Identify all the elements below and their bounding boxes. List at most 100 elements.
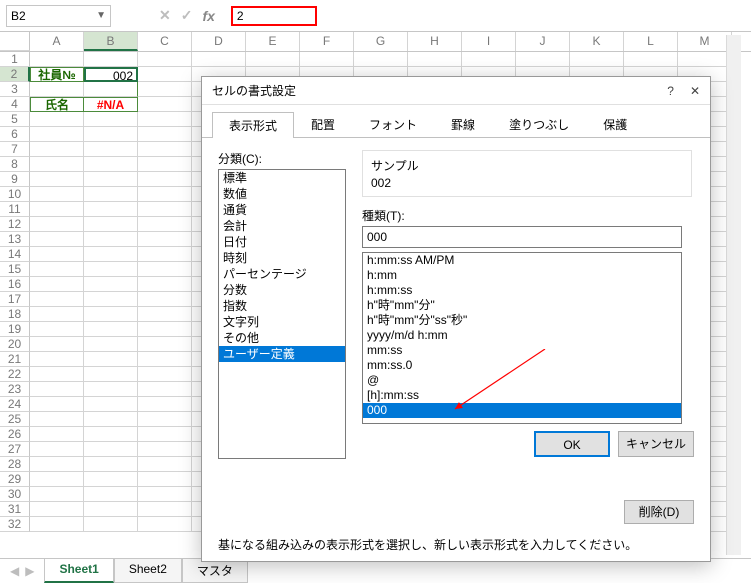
category-list[interactable]: 標準数値通貨会計日付時刻パーセンテージ分数指数文字列その他ユーザー定義: [218, 169, 346, 459]
cell[interactable]: [84, 112, 138, 127]
row-header[interactable]: 22: [0, 367, 30, 382]
cell[interactable]: [570, 52, 624, 67]
row-header[interactable]: 20: [0, 337, 30, 352]
row-header[interactable]: 28: [0, 457, 30, 472]
row-header[interactable]: 14: [0, 247, 30, 262]
enter-icon[interactable]: ✓: [181, 7, 193, 24]
category-item[interactable]: その他: [219, 330, 345, 346]
cell[interactable]: [138, 82, 192, 97]
row-header[interactable]: 10: [0, 187, 30, 202]
cell[interactable]: [84, 52, 138, 67]
cell[interactable]: [30, 457, 84, 472]
type-item[interactable]: @: [363, 373, 681, 388]
sheet-tab[interactable]: マスタ: [182, 559, 248, 583]
cell[interactable]: [300, 52, 354, 67]
cell[interactable]: [30, 352, 84, 367]
cell[interactable]: [138, 127, 192, 142]
column-header[interactable]: B: [84, 32, 138, 51]
cell[interactable]: [84, 292, 138, 307]
formula-input[interactable]: 2: [231, 6, 317, 26]
cell[interactable]: [138, 247, 192, 262]
row-header[interactable]: 2: [0, 67, 30, 82]
cell[interactable]: [408, 52, 462, 67]
cell[interactable]: [354, 52, 408, 67]
dialog-tab[interactable]: 塗りつぶし: [492, 111, 586, 137]
row-header[interactable]: 9: [0, 172, 30, 187]
cell[interactable]: 社員№: [30, 67, 84, 82]
vertical-scrollbar[interactable]: [726, 35, 741, 555]
cancel-button[interactable]: キャンセル: [618, 431, 694, 457]
cell[interactable]: [84, 427, 138, 442]
cell[interactable]: [138, 397, 192, 412]
cell[interactable]: [84, 352, 138, 367]
cell[interactable]: [30, 427, 84, 442]
cell[interactable]: [30, 262, 84, 277]
cell[interactable]: [138, 67, 192, 82]
type-item[interactable]: h:mm:ss AM/PM: [363, 253, 681, 268]
cell[interactable]: [138, 112, 192, 127]
column-header[interactable]: K: [570, 32, 624, 51]
category-item[interactable]: ユーザー定義: [219, 346, 345, 362]
row-header[interactable]: 30: [0, 487, 30, 502]
name-box[interactable]: B2 ▼: [6, 5, 111, 27]
cell[interactable]: [30, 442, 84, 457]
row-header[interactable]: 32: [0, 517, 30, 532]
cell[interactable]: [138, 352, 192, 367]
column-header[interactable]: D: [192, 32, 246, 51]
fx-icon[interactable]: fx: [202, 8, 214, 24]
cell[interactable]: [30, 277, 84, 292]
dialog-tab[interactable]: 表示形式: [212, 112, 294, 138]
cell[interactable]: [138, 277, 192, 292]
ok-button[interactable]: OK: [534, 431, 610, 457]
cell[interactable]: [138, 337, 192, 352]
cell[interactable]: [138, 232, 192, 247]
cell[interactable]: [30, 487, 84, 502]
cell[interactable]: [84, 217, 138, 232]
type-list[interactable]: h:mm:ss AM/PMh:mmh:mm:ssh"時"mm"分"h"時"mm"…: [362, 252, 682, 424]
cell[interactable]: 002: [84, 67, 138, 82]
cell[interactable]: [30, 82, 84, 97]
type-item[interactable]: h"時"mm"分"ss"秒": [363, 313, 681, 328]
row-header[interactable]: 11: [0, 202, 30, 217]
row-header[interactable]: 19: [0, 322, 30, 337]
cell[interactable]: [138, 427, 192, 442]
cell[interactable]: [138, 382, 192, 397]
sheet-tab[interactable]: Sheet1: [44, 559, 113, 583]
cell[interactable]: [84, 157, 138, 172]
type-item[interactable]: h:mm: [363, 268, 681, 283]
column-header[interactable]: J: [516, 32, 570, 51]
cell[interactable]: [30, 307, 84, 322]
cancel-icon[interactable]: ✕: [159, 7, 171, 24]
column-header[interactable]: C: [138, 32, 192, 51]
row-header[interactable]: 5: [0, 112, 30, 127]
column-header[interactable]: I: [462, 32, 516, 51]
row-header[interactable]: 4: [0, 97, 30, 112]
row-header[interactable]: 25: [0, 412, 30, 427]
cell[interactable]: [30, 322, 84, 337]
row-header[interactable]: 15: [0, 262, 30, 277]
cell[interactable]: [30, 217, 84, 232]
cell[interactable]: [138, 292, 192, 307]
cell[interactable]: [30, 367, 84, 382]
cell[interactable]: [30, 202, 84, 217]
row-header[interactable]: 31: [0, 502, 30, 517]
cell[interactable]: [30, 52, 84, 67]
column-header[interactable]: M: [678, 32, 732, 51]
cell[interactable]: [138, 202, 192, 217]
select-all-corner[interactable]: [0, 32, 30, 51]
help-icon[interactable]: ?: [667, 84, 674, 98]
column-header[interactable]: H: [408, 32, 462, 51]
cell[interactable]: [138, 517, 192, 532]
cell[interactable]: [30, 292, 84, 307]
category-item[interactable]: 数値: [219, 186, 345, 202]
cell[interactable]: [84, 277, 138, 292]
category-item[interactable]: 日付: [219, 234, 345, 250]
cell[interactable]: [192, 52, 246, 67]
cell[interactable]: [84, 337, 138, 352]
row-header[interactable]: 24: [0, 397, 30, 412]
type-item[interactable]: h"時"mm"分": [363, 298, 681, 313]
cell[interactable]: [30, 172, 84, 187]
name-box-dropdown-icon[interactable]: ▼: [96, 10, 106, 21]
cell[interactable]: [138, 157, 192, 172]
cell[interactable]: [30, 157, 84, 172]
